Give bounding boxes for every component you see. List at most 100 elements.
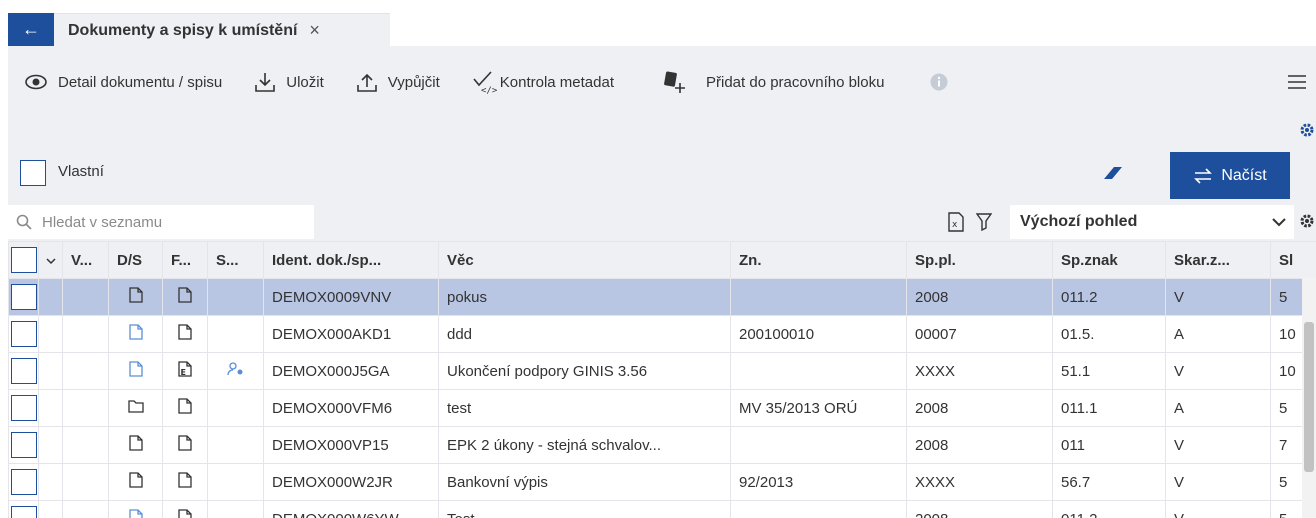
document-icon: [128, 287, 143, 307]
row-cell: [38, 500, 63, 518]
spznak-cell: 011.2: [1052, 278, 1166, 316]
row-cell: [62, 352, 109, 390]
hamburger-icon: [1288, 75, 1306, 89]
row-checkbox-cell[interactable]: [8, 500, 39, 518]
row-checkbox-cell[interactable]: [8, 352, 39, 390]
row-checkbox-cell[interactable]: [8, 278, 39, 316]
column-header[interactable]: S...: [207, 241, 264, 279]
document-icon: [178, 324, 192, 344]
gear-icon[interactable]: [1299, 213, 1315, 233]
column-header[interactable]: Věc: [438, 241, 731, 279]
row-checkbox-cell[interactable]: [8, 389, 39, 427]
select-all-checkbox-cell[interactable]: [8, 241, 39, 279]
column-header[interactable]: Ident. dok./sp...: [263, 241, 439, 279]
scrollbar-thumb[interactable]: [1304, 322, 1314, 472]
person-icon: [226, 362, 245, 380]
row-cell: [38, 389, 63, 427]
row-checkbox[interactable]: [10, 432, 37, 458]
row-checkbox[interactable]: [10, 321, 37, 347]
borrow-button[interactable]: Vypůjčit: [356, 62, 440, 102]
skar-cell: V: [1165, 426, 1271, 464]
add-to-workblock-button[interactable]: Přidat do pracovního bloku: [662, 62, 884, 102]
save-button[interactable]: Uložit: [254, 62, 324, 102]
own-checkbox[interactable]: [20, 160, 46, 186]
table-row[interactable]: DEMOX000VP15 EPK 2 úkony - stejná schvalo…: [8, 426, 1316, 464]
table-row[interactable]: DEMOX000AKD1 ddd 200100010 00007 01.5. A 10: [8, 315, 1316, 353]
info-button[interactable]: [930, 62, 948, 102]
tab-documents[interactable]: Dokumenty a spisy k umístění ×: [54, 13, 390, 47]
zn-cell: [730, 500, 907, 518]
column-header[interactable]: Zn.: [730, 241, 907, 279]
vec-cell: pokus: [438, 278, 731, 316]
row-checkbox[interactable]: [10, 358, 37, 384]
search-icon: [16, 214, 32, 230]
spznak-cell: 011.2: [1052, 500, 1166, 518]
row-cell: [38, 315, 63, 353]
check-metadata-button[interactable]: </> Kontrola metadat: [472, 62, 614, 102]
load-label: Načíst: [1221, 166, 1267, 184]
row-checkbox-cell[interactable]: [8, 426, 39, 464]
row-checkbox-cell[interactable]: [8, 315, 39, 353]
f-cell: [162, 315, 208, 353]
ds-cell: [108, 352, 163, 390]
sppl-cell: 2008: [906, 500, 1053, 518]
row-checkbox[interactable]: [10, 469, 37, 495]
s-cell: [207, 500, 264, 518]
search-input[interactable]: [40, 212, 304, 232]
select-all-checkbox[interactable]: [10, 247, 37, 273]
table-row[interactable]: DEMOX0009VNV pokus 2008 011.2 V 5: [8, 278, 1316, 316]
vec-cell: Bankovní výpis: [438, 463, 731, 501]
column-header[interactable]: Sp.pl.: [906, 241, 1053, 279]
ident-cell: DEMOX0009VNV: [263, 278, 439, 316]
column-header[interactable]: Skar.z...: [1165, 241, 1271, 279]
arrow-left-icon: ←: [22, 19, 40, 39]
ds-cell: [108, 426, 163, 464]
spznak-cell: 01.5.: [1052, 315, 1166, 353]
excel-export-icon[interactable]: x: [948, 212, 964, 236]
column-header[interactable]: Sl: [1270, 241, 1316, 279]
detail-button[interactable]: Detail dokumentu / spisu: [24, 62, 222, 102]
close-icon[interactable]: ×: [309, 20, 320, 41]
s-cell: [207, 315, 264, 353]
skar-cell: V: [1165, 278, 1271, 316]
zn-cell: [730, 278, 907, 316]
document-icon: [178, 435, 192, 455]
table-row[interactable]: DEMOX000W6YWTest2008011.2V5: [8, 500, 1316, 518]
back-button[interactable]: ←: [8, 13, 54, 46]
table-row[interactable]: E DEMOX000J5GA Ukončení podpory GINIS 3.56…: [8, 352, 1316, 390]
zn-cell: 200100010: [730, 315, 907, 353]
document-icon: [178, 398, 192, 418]
column-header[interactable]: V...: [62, 241, 109, 279]
view-select[interactable]: Výchozí pohled: [1010, 205, 1294, 239]
load-button[interactable]: Načíst: [1170, 152, 1290, 199]
s-cell: [207, 426, 264, 464]
column-menu[interactable]: [38, 241, 63, 279]
filter-icon[interactable]: [975, 213, 993, 235]
sppl-cell: 2008: [906, 389, 1053, 427]
menu-button[interactable]: [1288, 62, 1306, 102]
column-header[interactable]: F...: [162, 241, 208, 279]
row-checkbox[interactable]: [10, 506, 37, 518]
skar-cell: V: [1165, 500, 1271, 518]
toolbar: Detail dokumentu / spisu Uložit Vypůjčit…: [8, 46, 1316, 118]
ds-cell: [108, 500, 163, 518]
zn-cell: 92/2013: [730, 463, 907, 501]
eraser-icon[interactable]: [1100, 163, 1126, 187]
f-cell: [162, 500, 208, 518]
row-checkbox[interactable]: [10, 395, 37, 421]
s-cell: [207, 463, 264, 501]
table-row[interactable]: DEMOX000VFM6 test MV 35/2013 ORÚ 2008 011.1 A…: [8, 389, 1316, 427]
check-metadata-label: Kontrola metadat: [499, 73, 614, 91]
ds-cell: [108, 389, 163, 427]
gear-icon[interactable]: [1299, 122, 1315, 143]
row-cell: [38, 278, 63, 316]
swap-icon: [1194, 167, 1213, 184]
vec-cell: Test: [438, 500, 731, 518]
row-checkbox-cell[interactable]: [8, 463, 39, 501]
upload-icon: [356, 73, 377, 92]
column-header[interactable]: Sp.znak: [1052, 241, 1166, 279]
column-header[interactable]: D/S: [108, 241, 163, 279]
vec-cell: ddd: [438, 315, 731, 353]
row-checkbox[interactable]: [10, 284, 37, 310]
table-row[interactable]: DEMOX000W2JR Bankovní výpis 92/2013 XXXX 56.…: [8, 463, 1316, 501]
